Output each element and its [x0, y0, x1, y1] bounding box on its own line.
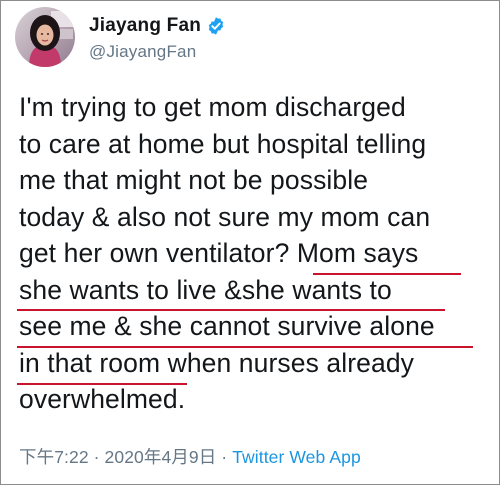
user-block: Jiayang Fan @JiayangFan: [89, 12, 226, 62]
handle[interactable]: @JiayangFan: [89, 42, 226, 62]
verified-badge-icon: [206, 16, 226, 36]
tweet-line: I'm trying to get mom discharged: [19, 92, 406, 122]
tweet-text: I'm trying to get mom discharged to care…: [19, 89, 489, 418]
tweet-line: see me & she cannot survive alone: [19, 311, 435, 341]
name-row: Jiayang Fan: [89, 12, 226, 40]
meta-separator: ·: [216, 447, 233, 467]
tweet-line: get her own ventilator? Mom says: [19, 238, 419, 268]
meta-separator: ·: [88, 447, 105, 467]
tweet-meta: 下午7:22 · 2020年4月9日 · Twitter Web App: [19, 444, 361, 469]
tweet-line: me that might not be possible: [19, 165, 369, 195]
display-name[interactable]: Jiayang Fan: [89, 15, 201, 37]
tweet-line: in that room when nurses already: [19, 347, 415, 378]
tweet-line: she wants to live &she wants to: [19, 274, 392, 305]
tweet-time[interactable]: 下午7:22: [19, 447, 89, 467]
source-link[interactable]: Twitter Web App: [232, 447, 361, 467]
highlight-underline: [313, 273, 461, 275]
avatar[interactable]: [15, 7, 75, 67]
highlight-underline: [17, 309, 445, 311]
tweet-line: overwhelmed.: [19, 384, 186, 414]
highlight-underline: [17, 346, 473, 348]
avatar-image: [15, 7, 75, 67]
tweet-header: Jiayang Fan @JiayangFan: [15, 7, 226, 67]
tweet-card: Jiayang Fan @JiayangFan I'm trying to ge…: [0, 0, 500, 485]
highlight-underline: [17, 383, 187, 385]
tweet-date[interactable]: 2020年4月9日: [105, 447, 217, 467]
tweet-line: today & also not sure my mom can: [19, 201, 431, 232]
tweet-line: to care at home but hospital telling: [19, 128, 427, 159]
